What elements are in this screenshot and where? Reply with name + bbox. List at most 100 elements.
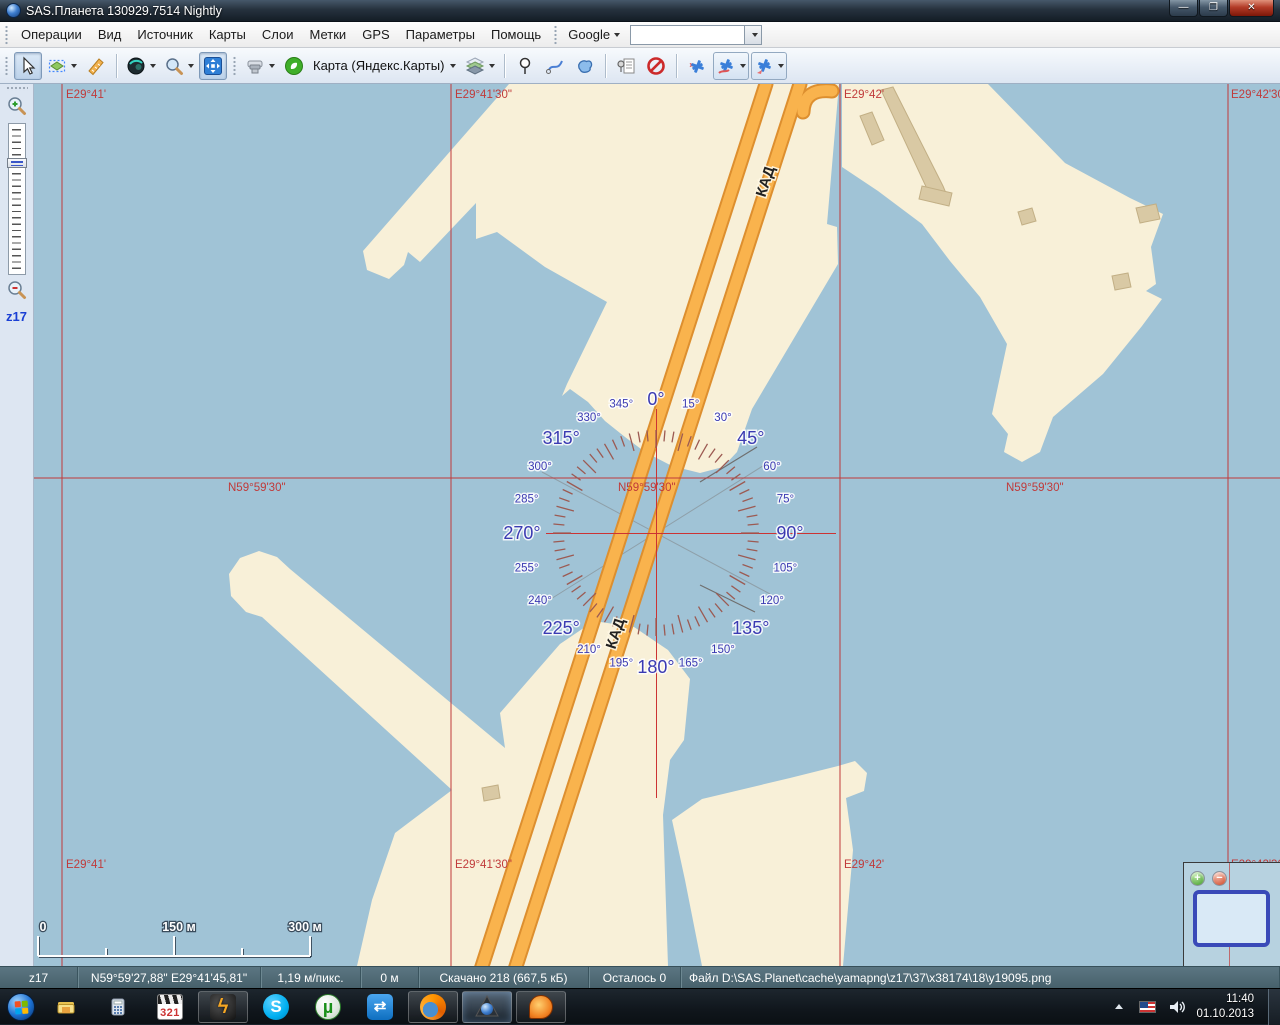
minimap-viewport-rect[interactable] (1193, 890, 1270, 947)
taskbar-teamviewer-button[interactable]: ⇄ (354, 990, 406, 1024)
minimize-button[interactable]: — (1169, 0, 1198, 17)
magnifier-icon (164, 56, 184, 76)
map-selector-label[interactable]: Карта (Яндекс.Карты) (313, 58, 444, 73)
polygon-icon (575, 56, 595, 76)
keyboard-layout-icon[interactable] (1139, 1001, 1156, 1013)
menu-view[interactable]: Вид (90, 24, 130, 45)
menu-bar: Операции Вид Источник Карты Слои Метки G… (0, 22, 1280, 48)
combo-dropdown-button[interactable] (744, 26, 761, 44)
zoom-in-button[interactable] (6, 95, 28, 117)
taskbar-skype-button[interactable]: S (250, 990, 302, 1024)
gps-connect-button[interactable] (683, 52, 711, 80)
add-path-button[interactable] (541, 52, 569, 80)
google-search-selector[interactable]: Google (562, 25, 626, 44)
selection-tool-button[interactable] (44, 52, 80, 80)
globe-icon (126, 56, 146, 76)
compass-label-180: 180° (637, 657, 674, 677)
chevron-down-icon (740, 64, 746, 68)
title-bar[interactable]: SAS.Планета 130929.7514 Nightly — ❐ ✕ (0, 0, 1280, 22)
main-toolbar: Карта (Яндекс.Карты) (0, 48, 1280, 84)
map-canvas: 0°15°30°45°60°75°90°105°120°135°150°165°… (34, 84, 1280, 966)
status-coordinates: N59°59'27,88" E29°41'45,81" (78, 967, 261, 988)
taskbar-winamp-button[interactable]: ϟ (198, 991, 248, 1023)
show-hidden-icons-button[interactable] (1115, 1004, 1123, 1009)
chevron-down-icon (71, 64, 77, 68)
minimap-zoom-in-button[interactable]: + (1190, 871, 1205, 886)
toolbar-grip (553, 25, 558, 45)
winamp-lightning-icon: ϟ (218, 997, 229, 1017)
chevron-down-icon (150, 64, 156, 68)
menu-operations[interactable]: Операции (13, 24, 90, 45)
app-icon (6, 3, 21, 18)
zoom-level-label: z17 (0, 309, 33, 324)
lon-label-top-1: E29°41' (66, 89, 106, 101)
status-downloaded: Скачано 218 (667,5 кБ) (419, 967, 589, 988)
clock[interactable]: 11:40 01.10.2013 (1196, 992, 1254, 1021)
taskbar-calculator-button[interactable] (92, 990, 144, 1024)
add-polygon-button[interactable] (571, 52, 599, 80)
fullscreen-button[interactable] (199, 52, 227, 80)
taskbar-firefox-button[interactable] (408, 991, 458, 1023)
start-button[interactable] (2, 990, 40, 1024)
map-source-icon-button[interactable] (280, 52, 308, 80)
close-button[interactable]: ✕ (1229, 0, 1274, 17)
restore-button[interactable]: ❐ (1199, 0, 1228, 17)
taskbar-gom-button[interactable] (516, 991, 566, 1023)
zoom-slider[interactable] (8, 123, 26, 275)
menu-maps[interactable]: Карты (201, 24, 254, 45)
chevron-down-icon (188, 64, 194, 68)
compass-label-105: 105° (774, 563, 798, 575)
fill-map-button[interactable] (123, 52, 159, 80)
pan-cursor-button[interactable] (14, 52, 42, 80)
search-input[interactable] (631, 26, 744, 44)
taskbar-sasplanet-button[interactable] (462, 991, 512, 1023)
layers-button[interactable] (462, 52, 498, 80)
minimap-panel[interactable]: + − (1183, 862, 1280, 966)
map-view[interactable]: 0°15°30°45°60°75°90°105°120°135°150°165°… (34, 84, 1280, 966)
download-manager-button[interactable] (242, 52, 278, 80)
chevron-down-icon (450, 64, 456, 68)
compass-label-15: 15° (682, 399, 699, 411)
firefox-icon (420, 994, 446, 1020)
menu-placemarks[interactable]: Метки (302, 24, 355, 45)
device-icon (245, 56, 265, 76)
gps-marker-button[interactable] (751, 52, 787, 80)
menu-layers[interactable]: Слои (254, 24, 302, 45)
add-placemark-button[interactable] (511, 52, 539, 80)
ruler-button[interactable] (82, 52, 110, 80)
pier-building (1136, 204, 1160, 223)
system-tray: 11:40 01.10.2013 (1115, 989, 1280, 1025)
lat-label-3: N59°59'30" (1006, 482, 1064, 494)
compass-label-30: 30° (714, 412, 731, 424)
taskbar: 321 ϟ S µ ⇄ (0, 988, 1280, 1024)
lat-label-1: N59°59'30" (228, 482, 286, 494)
show-desktop-button[interactable] (1268, 989, 1280, 1025)
menu-help[interactable]: Помощь (483, 24, 549, 45)
gom-player-icon (529, 995, 553, 1019)
zoom-tool-button[interactable] (161, 52, 197, 80)
compass-label-0: 0° (647, 389, 664, 409)
menu-settings[interactable]: Параметры (398, 24, 483, 45)
menu-gps[interactable]: GPS (354, 24, 397, 45)
taskbar-explorer-button[interactable] (40, 990, 92, 1024)
toolbar-grip (6, 86, 28, 91)
hide-placemarks-button[interactable] (642, 52, 670, 80)
chevron-down-icon (269, 64, 275, 68)
compass-label-345: 345° (609, 399, 633, 411)
zoom-out-button[interactable] (6, 279, 28, 301)
taskbar-mpc-button[interactable]: 321 (144, 990, 196, 1024)
taskbar-utorrent-button[interactable]: µ (302, 990, 354, 1024)
compass-label-195: 195° (609, 657, 633, 669)
volume-icon[interactable] (1168, 999, 1186, 1015)
lon-label-top-2: E29°41'30" (455, 89, 512, 101)
scale-label-300: 300 м (288, 920, 322, 934)
status-resolution: 1,19 м/пикс. (261, 967, 361, 988)
menu-source[interactable]: Источник (129, 24, 201, 45)
compass-label-270: 270° (503, 523, 540, 543)
minimap-zoom-out-button[interactable]: − (1212, 871, 1227, 886)
placemark-manager-button[interactable] (612, 52, 640, 80)
clapperboard-icon (158, 995, 182, 1004)
zoom-slider-handle[interactable] (7, 158, 27, 168)
gps-track-button[interactable] (713, 52, 749, 80)
search-combobox[interactable] (630, 25, 762, 45)
